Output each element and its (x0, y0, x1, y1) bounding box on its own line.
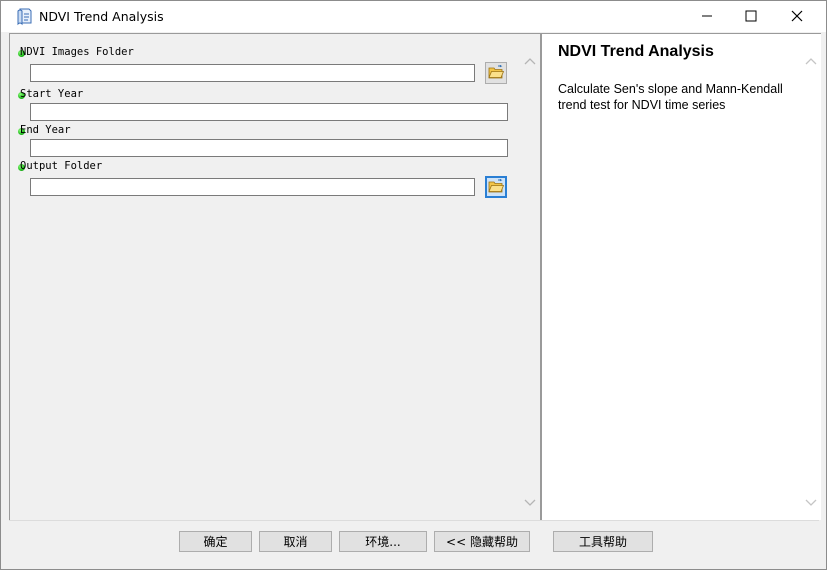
start-year-input[interactable] (30, 103, 508, 121)
maximize-button[interactable] (728, 1, 774, 32)
tool-dialog-window: NDVI Trend Analysis NDVI Images Folder S… (0, 0, 827, 570)
open-folder-icon (488, 178, 505, 197)
param-label-end-year: End Year (20, 124, 71, 136)
script-tool-icon (16, 7, 34, 26)
chevron-up-icon[interactable] (805, 50, 817, 69)
open-folder-icon (488, 64, 505, 83)
help-description: Calculate Sen's slope and Mann-Kendall t… (558, 82, 783, 112)
close-icon (791, 7, 803, 26)
close-button[interactable] (774, 1, 820, 32)
hide-help-button[interactable]: << 隐藏帮助 (434, 531, 530, 552)
environments-button[interactable]: 环境... (339, 531, 427, 552)
params-scrollbar[interactable] (521, 34, 539, 520)
param-label-start-year: Start Year (20, 88, 84, 100)
param-label-output-folder: Output Folder (20, 160, 103, 172)
param-label-ndvi-images-folder: NDVI Images Folder (20, 46, 134, 58)
chevron-down-icon[interactable] (805, 492, 817, 511)
help-scrollbar[interactable] (802, 34, 820, 520)
tool-help-button[interactable]: 工具帮助 (553, 531, 653, 552)
output-folder-input[interactable] (30, 178, 475, 196)
browse-ndvi-images-folder-button[interactable] (485, 62, 507, 84)
chevron-down-icon[interactable] (524, 492, 536, 511)
window-title: NDVI Trend Analysis (39, 9, 164, 24)
browse-output-folder-button[interactable] (485, 176, 507, 198)
cancel-button[interactable]: 取消 (259, 531, 332, 552)
help-title: NDVI Trend Analysis (558, 43, 714, 60)
end-year-input[interactable] (30, 139, 508, 157)
title-bar[interactable]: NDVI Trend Analysis (1, 1, 826, 32)
button-bar: 确定 取消 环境... << 隐藏帮助 工具帮助 (9, 520, 819, 565)
minimize-button[interactable] (684, 1, 730, 32)
ok-button[interactable]: 确定 (179, 531, 252, 552)
chevron-up-icon[interactable] (524, 50, 536, 69)
minimize-icon (701, 7, 713, 26)
parameters-pane: NDVI Images Folder Start Year End Year O… (9, 33, 540, 520)
ndvi-images-folder-input[interactable] (30, 64, 475, 82)
maximize-icon (745, 7, 757, 26)
help-pane: NDVI Trend Analysis Calculate Sen's slop… (540, 33, 821, 520)
